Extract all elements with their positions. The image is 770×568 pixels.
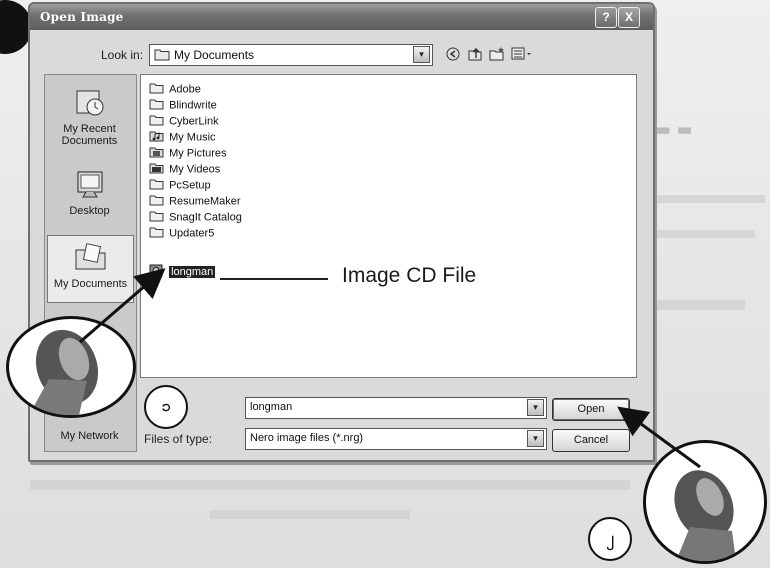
arrow-to-file	[79, 268, 166, 344]
pointer-arrows	[79, 268, 701, 469]
arrow-to-open-button	[617, 406, 701, 469]
